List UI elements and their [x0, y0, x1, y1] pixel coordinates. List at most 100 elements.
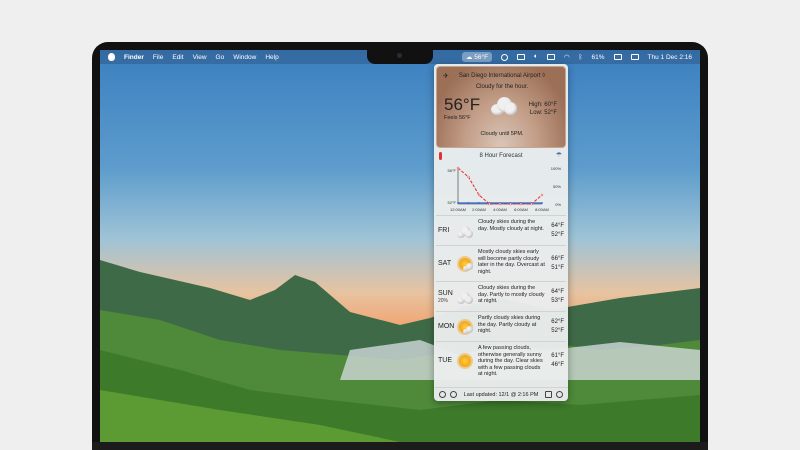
- temp-point: [467, 175, 470, 179]
- precip-chance: 20%: [438, 298, 449, 304]
- temp-point: [530, 202, 533, 206]
- day-low: 52°F: [551, 232, 564, 238]
- last-updated: Last updated: 12/1 @ 2:16 PM: [463, 391, 539, 398]
- info-icon[interactable]: [556, 391, 563, 398]
- high-temp: High: 60°F: [528, 102, 557, 108]
- umbrella-icon: ☂︎: [555, 152, 562, 159]
- temp-point: [519, 202, 523, 206]
- x-tick-label: 12:00AM: [450, 207, 466, 212]
- y2-tick-label: 100%: [551, 166, 562, 171]
- clock[interactable]: Thu 1 Dec 2:16: [648, 54, 692, 61]
- day-low: 53°F: [551, 298, 564, 304]
- menu-edit[interactable]: Edit: [172, 54, 183, 61]
- volume-icon[interactable]: 🔈︎: [534, 53, 538, 61]
- day-name: SUN: [438, 290, 453, 297]
- day-high: 66°F: [551, 256, 564, 262]
- day-row-sat[interactable]: SAT Mostly cloudy skies early will become…: [436, 245, 566, 281]
- day-name: SAT: [438, 260, 452, 267]
- menu-app[interactable]: Finder: [124, 54, 144, 61]
- low-temp: Low: 52°F: [529, 110, 557, 116]
- y2-tick-label: 50%: [553, 184, 561, 189]
- temp-point: [498, 202, 502, 206]
- temp-point: [488, 202, 491, 206]
- day-row-fri[interactable]: FRI Cloudy skies during the day. Mostly c…: [436, 215, 566, 245]
- window-icon[interactable]: [517, 54, 526, 60]
- cloud-icon: [457, 290, 473, 304]
- partly-cloudy-icon: [457, 320, 473, 334]
- x-tick-label: 6:00AM: [514, 207, 528, 212]
- partly-cloudy-icon: [457, 257, 473, 271]
- current-temp: 56°F: [444, 95, 481, 114]
- precip-point: [457, 202, 459, 204]
- menu-file[interactable]: File: [153, 54, 163, 61]
- forecast-title: 8 Hour Forecast: [479, 153, 523, 159]
- panel-footer: Last updated: 12/1 @ 2:16 PM: [434, 387, 568, 401]
- refresh-icon[interactable]: [450, 391, 457, 398]
- desktop: Finder File Edit View Go Window Help ☁ 5…: [100, 50, 700, 442]
- menu-go[interactable]: Go: [216, 54, 225, 61]
- precip-point: [467, 202, 470, 204]
- battery-percent: 61%: [591, 53, 605, 61]
- bluetooth-icon[interactable]: ᛒ: [579, 54, 583, 61]
- cloud-icon: [491, 97, 517, 115]
- day-row-sun[interactable]: SUN 20% Cloudy skies during the day. Partl…: [436, 281, 566, 311]
- day-high: 64°F: [551, 289, 564, 295]
- weather-panel: ✈︎ San Diego International Airport ◊ Clo…: [434, 64, 568, 401]
- day-description: Cloudy skies during the day. Mostly clou…: [478, 219, 544, 232]
- day-high: 61°F: [551, 353, 564, 359]
- day-name: MON: [438, 323, 455, 330]
- day-low: 46°F: [551, 362, 564, 368]
- temp-point: [509, 202, 512, 206]
- day-low: 52°F: [551, 328, 564, 334]
- battery-icon[interactable]: [613, 54, 622, 60]
- wifi-icon[interactable]: ◠: [564, 53, 570, 61]
- day-high: 62°F: [551, 319, 564, 325]
- camera-icon: [397, 53, 402, 58]
- mountain-wallpaper: [100, 260, 700, 442]
- settings-icon[interactable]: [439, 391, 446, 398]
- share-icon[interactable]: [545, 391, 552, 398]
- menu-weather-item[interactable]: ☁ 56°F: [461, 52, 493, 62]
- x-tick-label: 8:00AM: [535, 207, 549, 212]
- y-tick-label: 56°F: [448, 168, 457, 173]
- day-name: FRI: [438, 227, 450, 234]
- precip-point: [478, 202, 480, 204]
- laptop-base: [92, 442, 708, 450]
- location-selector[interactable]: San Diego International Airport ◊: [437, 73, 567, 79]
- high-low: High: 60°F Low: 52°F: [529, 101, 557, 117]
- control-center-icon[interactable]: [630, 54, 639, 60]
- temp-point: [456, 166, 460, 170]
- day-row-mon[interactable]: MON Partly cloudy skies during the day. P…: [436, 311, 566, 341]
- menu-help[interactable]: Help: [265, 54, 278, 61]
- temp-point: [540, 193, 544, 197]
- day-description: Partly cloudy skies during the day. Part…: [478, 315, 541, 335]
- sun-icon: [457, 354, 473, 368]
- y2-tick-label: 0%: [555, 202, 561, 207]
- apple-icon[interactable]: [108, 53, 115, 61]
- hourly-chart: 56°F 52°F 100% 50% 0% 12:00AM 2:00AM 4:00AM 6:00…: [448, 166, 562, 212]
- menu-weather-temp: 56°F: [474, 54, 489, 61]
- menu-view[interactable]: View: [193, 54, 207, 61]
- x-tick-label: 2:00AM: [472, 207, 486, 212]
- day-high: 64°F: [551, 223, 564, 229]
- x-tick-label: 4:00AM: [493, 207, 507, 212]
- day-name: TUE: [438, 357, 452, 364]
- temp-point: [477, 193, 481, 197]
- day-description: Mostly cloudy skies early will become pa…: [478, 249, 545, 275]
- day-description: A few passing clouds, otherwise generall…: [478, 345, 543, 378]
- temp-line: [457, 167, 543, 205]
- daily-forecast-list: FRI Cloudy skies during the day. Mostly c…: [436, 215, 566, 379]
- record-icon[interactable]: [501, 53, 509, 61]
- day-row-tue[interactable]: TUE A few passing clouds, otherwise gener…: [436, 341, 566, 379]
- display-icon[interactable]: [546, 54, 555, 60]
- cloud-icon: [457, 224, 473, 238]
- day-low: 51°F: [551, 265, 564, 271]
- menu-window[interactable]: Window: [233, 54, 256, 61]
- y-tick-label: 52°F: [448, 200, 457, 205]
- hour-outlook: Cloudy until 5PM.: [480, 131, 524, 137]
- current-conditions: ✈︎ San Diego International Airport ◊ Clo…: [436, 66, 566, 148]
- precip-point: [541, 202, 543, 204]
- feels-like: Feels 56°F: [444, 115, 471, 121]
- current-summary: Cloudy for the hour.: [475, 84, 529, 90]
- day-description: Cloudy skies during the day. Partly to m…: [478, 285, 545, 305]
